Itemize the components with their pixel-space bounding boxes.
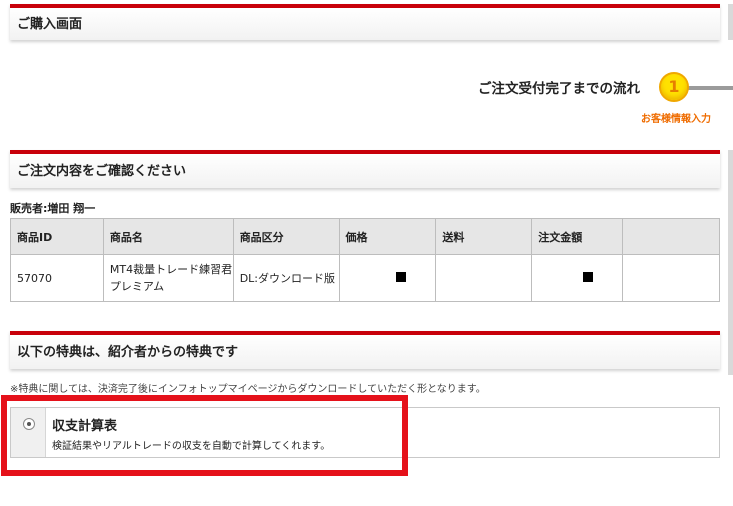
- benefit-note: ※特典に関しては、決済完了後にインフォトップマイページからダウンロードしていただ…: [10, 384, 486, 395]
- col-header-shipping: 送料: [435, 218, 533, 255]
- benefit-header: 以下の特典は、紹介者からの特典です: [10, 331, 720, 369]
- col-header-extra: [622, 218, 720, 255]
- order-flow-title: ご注文受付完了までの流れ: [478, 81, 640, 97]
- col-header-product-id: 商品ID: [10, 218, 104, 255]
- col-header-price: 価格: [338, 218, 437, 255]
- scroll-edge: [728, 4, 733, 40]
- cell-shipping: [435, 254, 533, 302]
- step-number: 1: [668, 77, 680, 96]
- order-confirm-header: ご注文内容をご確認ください: [10, 150, 720, 188]
- seller-label: 販売者:増田 翔一: [10, 202, 96, 215]
- table-row: 57070 MT4裁量トレード練習君プレミアム DL:ダウンロード版: [10, 254, 720, 302]
- table-header-row: 商品ID 商品名 商品区分 価格 送料 注文金額: [10, 218, 720, 255]
- cell-product-category: DL:ダウンロード版: [232, 254, 340, 302]
- flow-progress-line: [686, 86, 733, 90]
- purchase-screen-title: ご購入画面: [17, 17, 83, 32]
- step-1-label: お客様情報入力: [641, 114, 711, 125]
- cell-extra: [622, 254, 720, 302]
- purchase-screen-header: ご購入画面: [10, 4, 720, 40]
- order-confirm-title: ご注文内容をご確認ください: [17, 164, 187, 179]
- cell-price: [338, 254, 437, 302]
- benefit-header-title: 以下の特典は、紹介者からの特典です: [17, 345, 239, 360]
- col-header-product-category: 商品区分: [232, 218, 340, 255]
- cell-order-total: [531, 254, 624, 302]
- order-total-masked-icon: [583, 271, 594, 282]
- product-table: 商品ID 商品名 商品区分 価格 送料 注文金額 57070 MT4裁量トレード…: [10, 218, 720, 302]
- cell-product-id: 57070: [10, 254, 104, 302]
- col-header-order-total: 注文金額: [531, 218, 624, 255]
- step-1-icon: 1: [659, 72, 689, 102]
- cell-product-name: MT4裁量トレード練習君プレミアム: [102, 254, 234, 302]
- col-header-product-name: 商品名: [102, 218, 234, 255]
- scroll-edge: [728, 150, 733, 375]
- price-masked-icon: [396, 271, 407, 282]
- highlight-annotation-box: [1, 395, 408, 476]
